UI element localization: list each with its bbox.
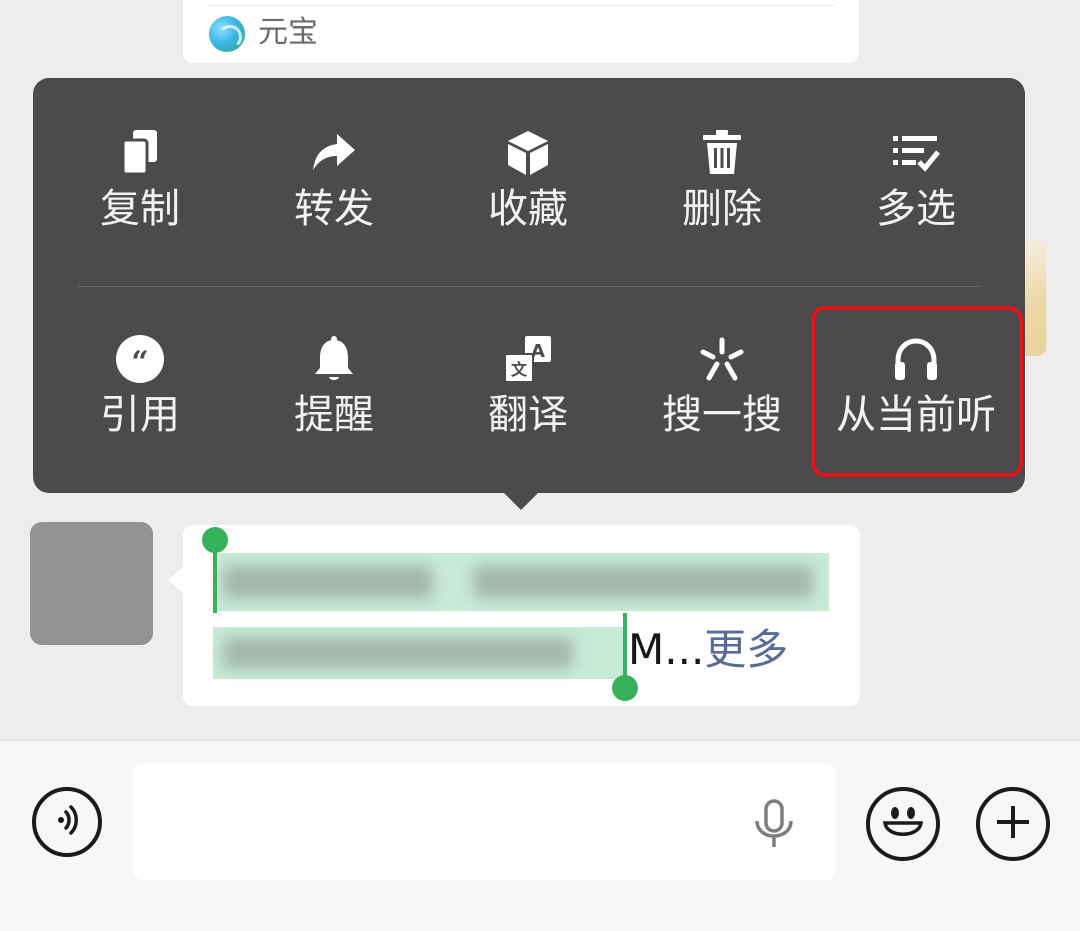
menu-label: 多选 [876,186,956,232]
voice-mode-icon [47,800,87,844]
selection-end-handle[interactable] [612,675,638,701]
more-link[interactable]: 更多 [704,625,788,674]
svg-text:“: “ [131,345,148,380]
menu-item-favorite[interactable]: 收藏 [431,128,625,230]
quote-icon: “ [115,334,165,384]
redacted-text [223,637,573,669]
svg-text:文: 文 [511,360,528,379]
favorite-box-icon [503,128,553,178]
bubble-tail [168,566,184,594]
menu-item-multiselect[interactable]: 多选 [819,128,1013,230]
forward-icon [309,128,359,178]
search-spark-icon [697,334,747,384]
bell-icon [309,334,359,384]
previous-message-bubble: 元宝 [183,0,859,63]
menu-label: 翻译 [488,392,568,438]
text-selection-line-2 [213,627,625,679]
emoji-button[interactable] [866,787,940,861]
menu-label: 复制 [100,186,180,232]
divider [208,5,834,6]
emoji-icon [875,794,931,854]
chat-input-bar [0,740,1080,931]
multiselect-icon [891,128,941,178]
menu-pointer [504,493,538,510]
text-selection-line-1 [213,553,829,611]
highlight-box [811,306,1023,477]
menu-label: 引用 [100,392,180,438]
menu-label: 转发 [294,186,374,232]
truncated-text: M... [628,625,705,674]
plus-button[interactable] [976,787,1050,861]
message-text-tail: M...更多 [628,625,788,675]
menu-item-translate[interactable]: A文 翻译 [431,334,625,436]
menu-label: 提醒 [294,392,374,438]
menu-label: 收藏 [488,186,568,232]
menu-item-search[interactable]: 搜一搜 [625,334,819,436]
menu-item-quote[interactable]: “ 引用 [43,334,237,436]
menu-label: 删除 [682,186,762,232]
microphone-icon[interactable] [752,799,796,849]
selection-end-cursor [623,613,627,677]
yuanbao-logo-icon [209,16,245,52]
redacted-text [223,565,433,599]
redacted-text [473,565,813,599]
selection-start-handle[interactable] [202,527,228,553]
message-bubble[interactable]: M...更多 [183,525,860,706]
copy-icon [115,128,165,178]
menu-item-copy[interactable]: 复制 [43,128,237,230]
menu-item-forward[interactable]: 转发 [237,128,431,230]
avatar[interactable] [30,522,153,645]
menu-label: 搜一搜 [662,392,782,438]
message-input[interactable] [133,763,836,880]
menu-item-delete[interactable]: 删除 [625,128,819,230]
trash-icon [697,128,747,178]
voice-mode-button[interactable] [32,787,102,857]
translate-icon: A文 [503,334,553,384]
menu-separator [78,286,980,287]
menu-item-remind[interactable]: 提醒 [237,334,431,436]
selection-start-cursor [213,549,217,613]
message-context-menu: 复制 转发 收藏 删除 多选 “ 引用 提醒 A 文 翻译 搜一搜 从当前听 [33,78,1025,493]
plus-icon [993,802,1033,846]
yuanbao-label: 元宝 [258,15,318,50]
